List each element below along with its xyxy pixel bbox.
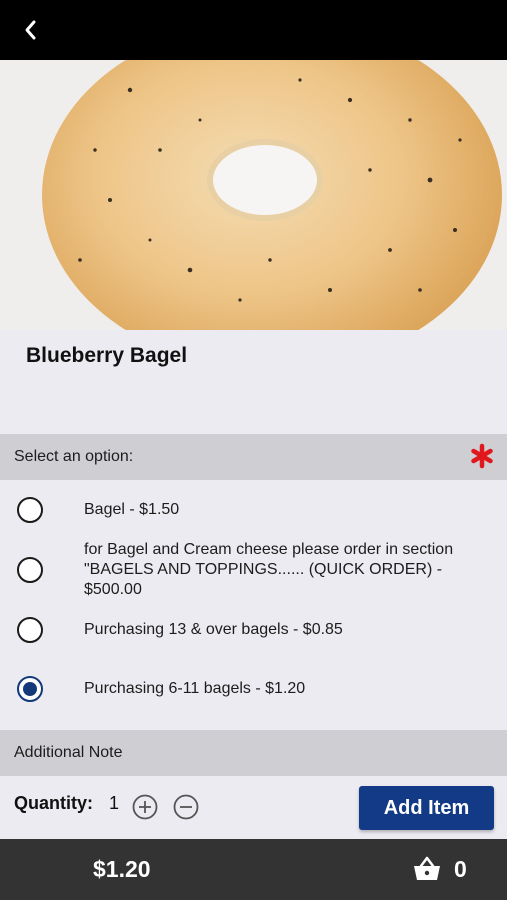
order-total: $1.20 xyxy=(93,856,151,882)
product-image xyxy=(0,60,507,330)
option-label: for Bagel and Cream cheese please order … xyxy=(84,541,454,598)
cart-count[interactable]: 0 xyxy=(454,856,467,883)
radio-button[interactable] xyxy=(17,497,43,523)
option-label: Purchasing 6-11 bagels - $1.20 xyxy=(84,680,306,697)
option-label: Bagel - $1.50 xyxy=(84,501,180,518)
options-list: Bagel - $1.50 for Bagel and Cream cheese… xyxy=(0,480,507,730)
additional-note-label: Additional Note xyxy=(14,744,123,761)
radio-button[interactable] xyxy=(17,557,43,583)
quantity-bar: Quantity: 1 Add Item xyxy=(0,776,507,839)
back-button[interactable] xyxy=(14,14,46,46)
option-label: Purchasing 13 & over bagels - $0.85 xyxy=(84,621,343,638)
bottom-bar: $1.20 0 xyxy=(0,839,507,900)
options-section-header: Select an option: xyxy=(0,434,507,480)
add-item-button[interactable]: Add Item xyxy=(359,786,494,830)
product-header: Blueberry Bagel xyxy=(0,330,507,434)
radio-button[interactable] xyxy=(17,617,43,643)
minus-circle-icon[interactable] xyxy=(173,794,199,820)
asterisk-icon xyxy=(471,443,493,469)
option-13-over[interactable]: Purchasing 13 & over bagels - $0.85 xyxy=(0,612,507,648)
quantity-label: Quantity: xyxy=(14,793,93,813)
basket-icon[interactable] xyxy=(412,855,442,883)
option-6-11[interactable]: Purchasing 6-11 bagels - $1.20 xyxy=(0,671,507,707)
product-title: Blueberry Bagel xyxy=(26,344,188,367)
options-heading: Select an option: xyxy=(14,448,134,465)
option-cream-cheese-note[interactable]: for Bagel and Cream cheese please order … xyxy=(0,538,507,602)
quantity-value: 1 xyxy=(109,793,120,813)
plus-circle-icon[interactable] xyxy=(132,794,158,820)
radio-button-selected[interactable] xyxy=(17,676,43,702)
chevron-left-icon xyxy=(25,20,36,40)
top-bar xyxy=(0,0,507,60)
option-bagel[interactable]: Bagel - $1.50 xyxy=(0,492,507,528)
additional-note-row[interactable]: Additional Note xyxy=(0,730,507,776)
